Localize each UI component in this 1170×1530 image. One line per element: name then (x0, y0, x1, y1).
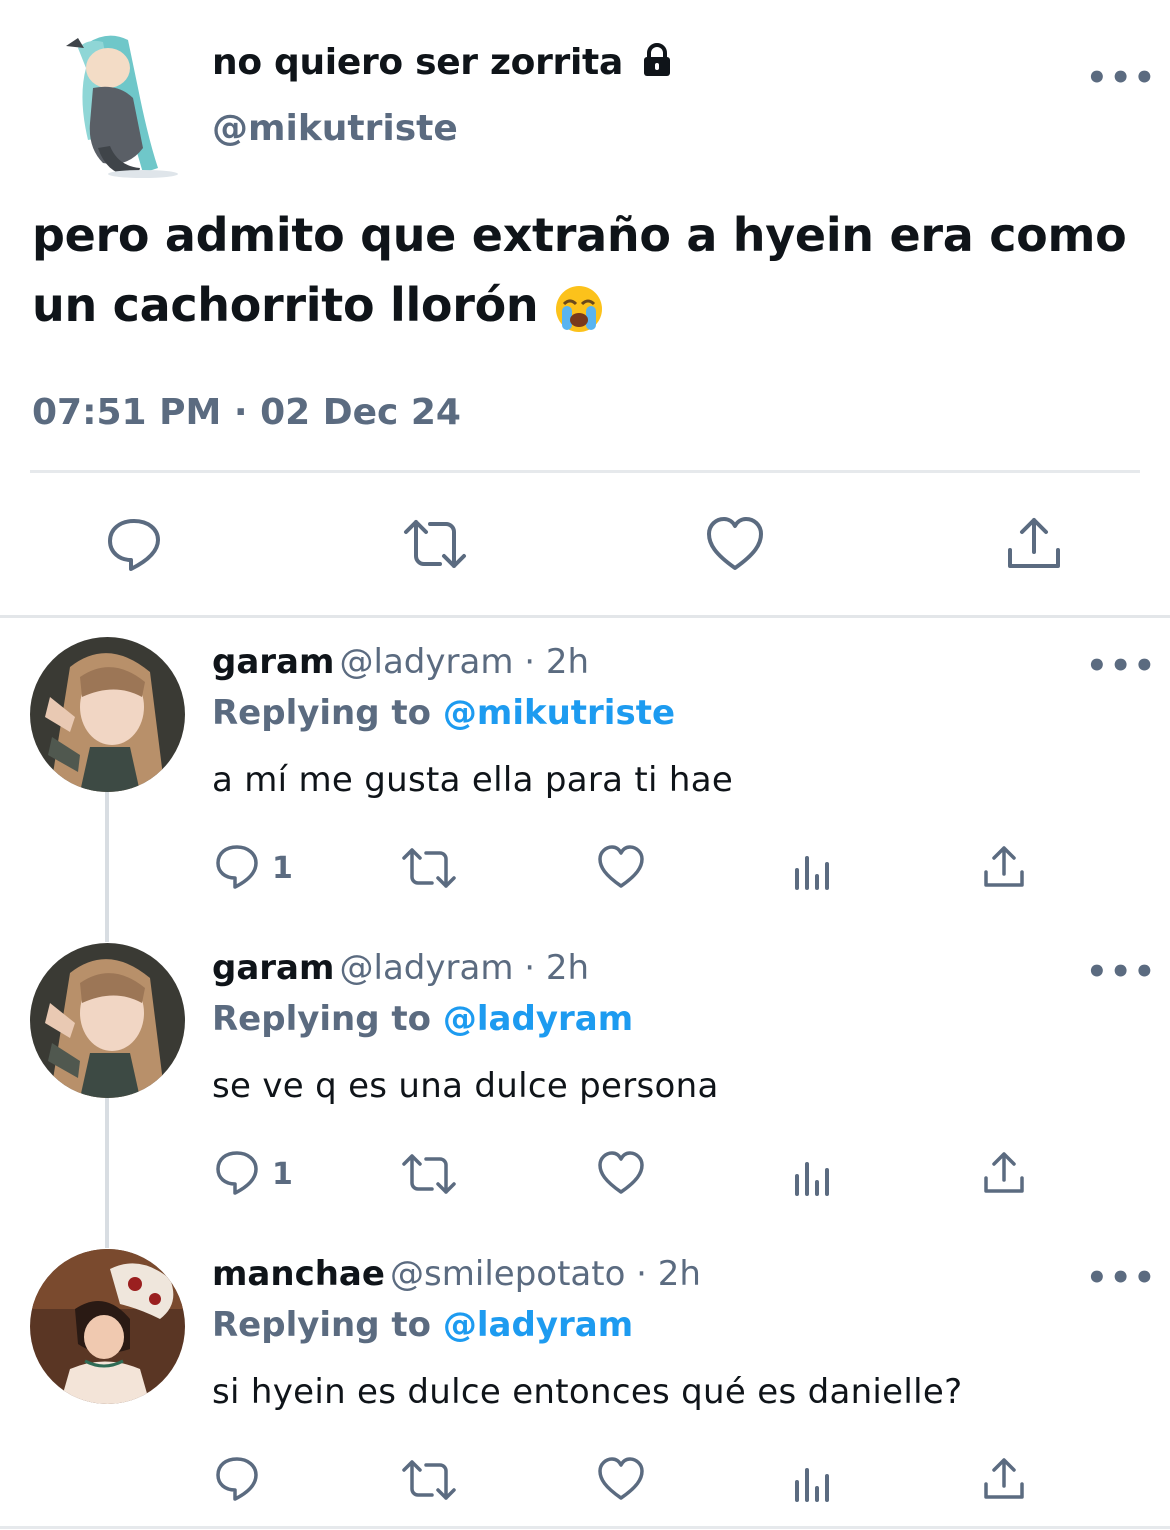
reply-header: garam @ladyram · 2h (212, 948, 589, 988)
reply-handle[interactable]: @ladyram · 2h (340, 948, 590, 988)
reply-icon[interactable] (214, 1455, 260, 1503)
reply-handle[interactable]: @ladyram · 2h (340, 642, 590, 682)
views-icon[interactable] (792, 1156, 834, 1196)
divider (30, 470, 1140, 473)
share-icon[interactable] (982, 844, 1026, 890)
more-options-icon[interactable]: ••• (1086, 646, 1157, 686)
share-icon[interactable] (1006, 514, 1062, 572)
like-icon[interactable] (597, 1456, 645, 1502)
more-options-icon[interactable]: ••• (1086, 952, 1157, 992)
author-handle[interactable]: @mikutriste (212, 108, 458, 149)
more-options-icon[interactable]: ••• (1086, 58, 1157, 98)
author-avatar[interactable] (48, 28, 188, 178)
divider (0, 1526, 1170, 1529)
retweet-icon[interactable] (401, 1459, 457, 1501)
retweet-icon[interactable] (401, 847, 457, 889)
reply-handle[interactable]: @smilepotato · 2h (390, 1254, 701, 1294)
reply-icon[interactable] (105, 515, 163, 573)
author-display-name[interactable]: no quiero ser zorrita (212, 42, 675, 83)
reply-text: si hyein es dulce entonces qué es daniel… (212, 1372, 963, 1412)
like-icon[interactable] (597, 1150, 645, 1196)
crying-face-emoji (554, 284, 604, 334)
reply-avatar[interactable] (30, 637, 185, 792)
views-icon[interactable] (792, 850, 834, 890)
reply-icon[interactable] (214, 1149, 260, 1197)
replying-to-link[interactable]: @ladyram (443, 1305, 633, 1345)
like-icon[interactable] (597, 844, 645, 890)
replying-to-link[interactable]: @ladyram (443, 999, 633, 1039)
tweet-timestamp[interactable]: 07:51 PM · 02 Dec 24 (32, 392, 461, 433)
reply-display-name[interactable]: manchae (212, 1254, 385, 1294)
reply-icon[interactable] (214, 843, 260, 891)
lock-icon (639, 42, 675, 78)
share-icon[interactable] (982, 1456, 1026, 1502)
reply-header: manchae @smilepotato · 2h (212, 1254, 701, 1294)
replying-to: Replying to @ladyram (212, 1305, 634, 1345)
reply-count: 1 (272, 851, 293, 886)
divider (0, 615, 1170, 618)
thread-line (105, 792, 109, 942)
tweet-text: pero admito que extraño a hyein era como… (32, 208, 1127, 334)
thread-line (105, 1098, 109, 1248)
reply-avatar[interactable] (30, 943, 185, 1098)
reply-text: a mí me gusta ella para ti hae (212, 760, 734, 800)
retweet-icon[interactable] (401, 1153, 457, 1195)
views-icon[interactable] (792, 1462, 834, 1502)
replying-to: Replying to @mikutriste (212, 693, 676, 733)
retweet-icon[interactable] (402, 518, 468, 570)
share-icon[interactable] (982, 1150, 1026, 1196)
replying-to: Replying to @ladyram (212, 999, 634, 1039)
reply-display-name[interactable]: garam (212, 948, 334, 988)
reply-count: 1 (272, 1157, 293, 1192)
more-options-icon[interactable]: ••• (1086, 1258, 1157, 1298)
reply-header: garam @ladyram · 2h (212, 642, 589, 682)
like-icon[interactable] (705, 516, 765, 572)
reply-text: se ve q es una dulce persona (212, 1066, 719, 1106)
reply-display-name[interactable]: garam (212, 642, 334, 682)
replying-to-link[interactable]: @mikutriste (443, 693, 675, 733)
reply-avatar[interactable] (30, 1249, 185, 1404)
